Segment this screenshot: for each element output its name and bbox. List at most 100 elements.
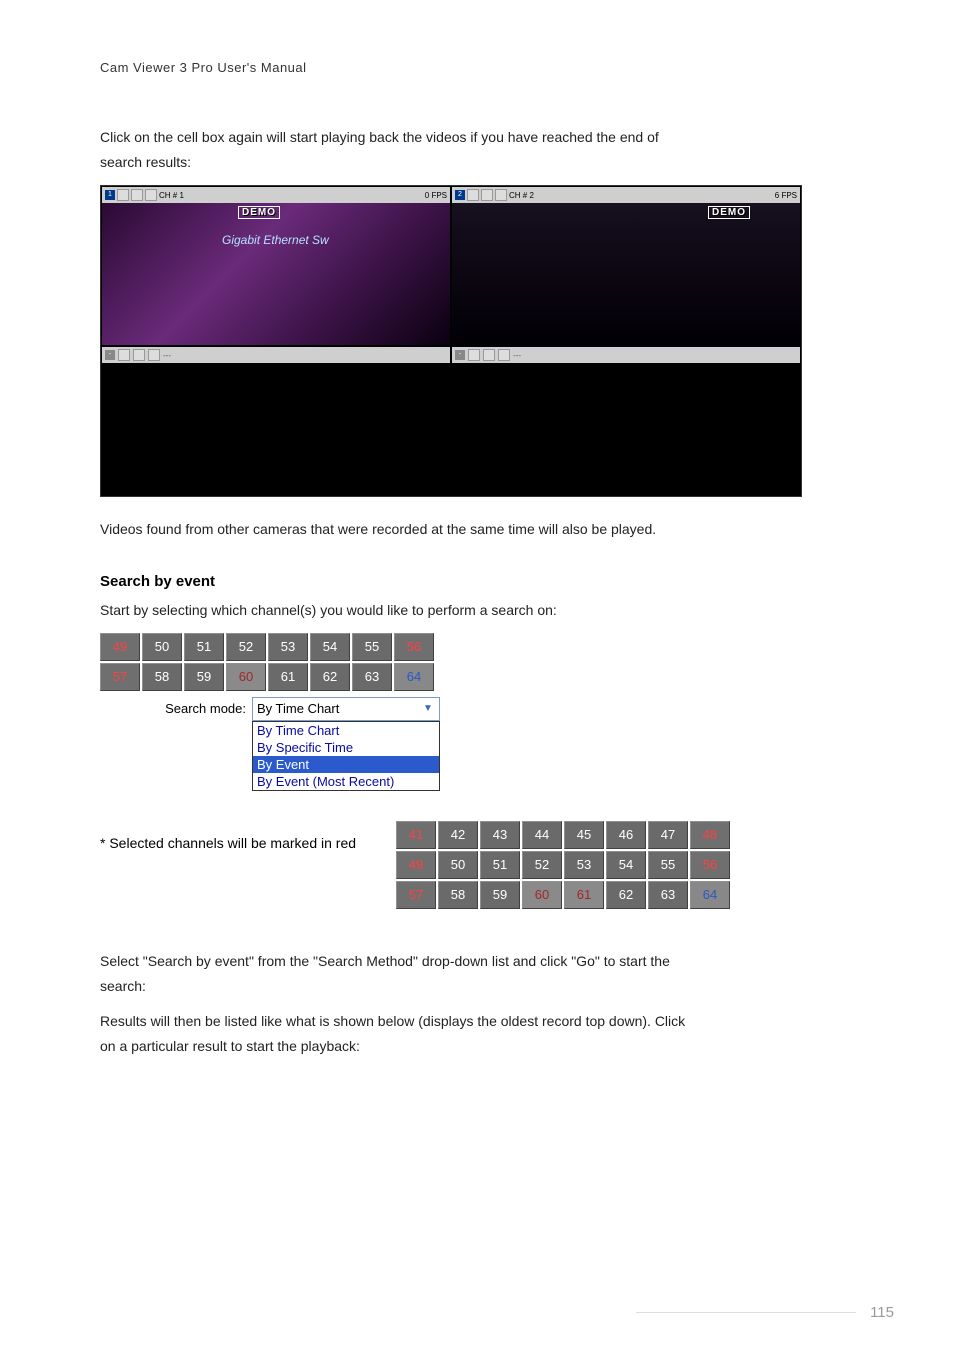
channel-button[interactable]: 52 [522,851,562,879]
channel-button[interactable]: 59 [184,663,224,691]
channel-button[interactable]: 57 [396,881,436,909]
channel-button[interactable]: 52 [226,633,266,661]
demo-badge: DEMO [708,206,750,219]
page-number: 115 [870,1304,894,1321]
channel-label: CH # 1 [159,191,184,200]
paragraph: Results will then be listed like what is… [100,1009,874,1059]
footnote: * Selected channels will be marked in re… [100,821,356,851]
video-thumbnail-empty [452,363,800,495]
paragraph: Videos found from other cameras that wer… [100,517,874,542]
channel-button[interactable]: 51 [184,633,224,661]
cell-icon [468,349,480,361]
channel-label: CH # 2 [509,191,534,200]
channel-button[interactable]: 53 [564,851,604,879]
page-header: Cam Viewer 3 Pro User's Manual [100,60,874,75]
channel-button[interactable]: 56 [690,851,730,879]
channel-button[interactable]: 44 [522,821,562,849]
playback-cell-empty[interactable]: - --- [451,346,801,496]
video-thumbnail: DEMO [452,203,800,345]
video-thumbnail-empty [102,363,450,495]
channel-button[interactable]: 62 [606,881,646,909]
channel-button[interactable]: 46 [606,821,646,849]
channel-button[interactable]: 61 [564,881,604,909]
channel-select-figure: 4950515253545556 5758596061626364 Search … [100,633,440,791]
channel-button[interactable]: 53 [268,633,308,661]
channel-button[interactable]: 54 [606,851,646,879]
combo-option[interactable]: By Event (Most Recent) [253,773,439,790]
playback-cell-empty[interactable]: - --- [101,346,451,496]
cell-icon [481,189,493,201]
playback-cell-2[interactable]: 2 CH # 2 6 FPS DEMO [451,186,801,346]
channel-button[interactable]: 58 [142,663,182,691]
footer-rule [636,1312,856,1313]
video-overlay-text: Gigabit Ethernet Sw [222,233,329,247]
channel-button[interactable]: 42 [438,821,478,849]
cell-icon [467,189,479,201]
cell-icon [118,349,130,361]
section-heading: Search by event [100,573,874,590]
channel-button[interactable]: 55 [352,633,392,661]
channel-button[interactable]: 49 [100,633,140,661]
combo-option[interactable]: By Specific Time [253,739,439,756]
channel-button[interactable]: 54 [310,633,350,661]
playback-cell-1[interactable]: 1 CH # 1 0 FPS DEMO Gigabit Ethernet Sw [101,186,451,346]
channel-button[interactable]: 50 [142,633,182,661]
channel-button[interactable]: 63 [352,663,392,691]
channel-label: --- [513,351,521,360]
channel-button[interactable]: 59 [480,881,520,909]
cell-icon [133,349,145,361]
channel-button[interactable]: 47 [648,821,688,849]
channel-button[interactable]: 58 [438,881,478,909]
search-mode-label: Search mode: [100,697,252,720]
channel-number-badge: - [105,350,115,360]
channel-number-badge: 1 [105,190,115,200]
search-mode-combo[interactable]: By Time Chart ▼ [252,697,440,721]
channel-button[interactable]: 60 [522,881,562,909]
channel-button[interactable]: 61 [268,663,308,691]
channel-button[interactable]: 41 [396,821,436,849]
channel-button[interactable]: 57 [100,663,140,691]
fps-label: 0 FPS [425,191,447,200]
channel-number-badge: - [455,350,465,360]
channel-button[interactable]: 48 [690,821,730,849]
channel-button[interactable]: 50 [438,851,478,879]
cell-header-bar: 2 CH # 2 6 FPS [452,187,800,203]
cell-icon [495,189,507,201]
channel-grid: 4142434445464748 4950515253545556 57585960… [396,821,730,909]
paragraph: Click on the cell box again will start p… [100,125,874,175]
page-footer: 115 [636,1304,894,1321]
channel-button[interactable]: 64 [690,881,730,909]
cell-icon [148,349,160,361]
channel-button[interactable]: 63 [648,881,688,909]
combo-option-selected[interactable]: By Event [253,756,439,773]
channel-grid: 4950515253545556 5758596061626364 [100,633,440,691]
cell-icon [117,189,129,201]
paragraph: Select "Search by event" from the "Searc… [100,949,874,999]
channel-button[interactable]: 43 [480,821,520,849]
channel-number-badge: 2 [455,190,465,200]
cell-icon [131,189,143,201]
video-thumbnail: DEMO Gigabit Ethernet Sw [102,203,450,345]
channel-button[interactable]: 60 [226,663,266,691]
combo-selected-text: By Time Chart [257,701,339,716]
cell-header-bar: - --- [452,347,800,363]
cell-icon [498,349,510,361]
search-mode-listbox[interactable]: By Time Chart By Specific Time By Event … [252,721,440,791]
fps-label: 6 FPS [775,191,797,200]
channel-button[interactable]: 49 [396,851,436,879]
combo-option[interactable]: By Time Chart [253,722,439,739]
channel-button[interactable]: 55 [648,851,688,879]
cell-header-bar: 1 CH # 1 0 FPS [102,187,450,203]
cell-icon [483,349,495,361]
channel-button[interactable]: 56 [394,633,434,661]
channel-button[interactable]: 62 [310,663,350,691]
cell-header-bar: - --- [102,347,450,363]
channel-button[interactable]: 64 [394,663,434,691]
channel-button[interactable]: 45 [564,821,604,849]
channel-label: --- [163,351,171,360]
paragraph: Start by selecting which channel(s) you … [100,598,874,623]
channel-button[interactable]: 51 [480,851,520,879]
selected-channels-figure: * Selected channels will be marked in re… [100,821,874,909]
playback-grid-figure: 1 CH # 1 0 FPS DEMO Gigabit Ethernet Sw [100,185,874,497]
demo-badge: DEMO [238,206,280,219]
